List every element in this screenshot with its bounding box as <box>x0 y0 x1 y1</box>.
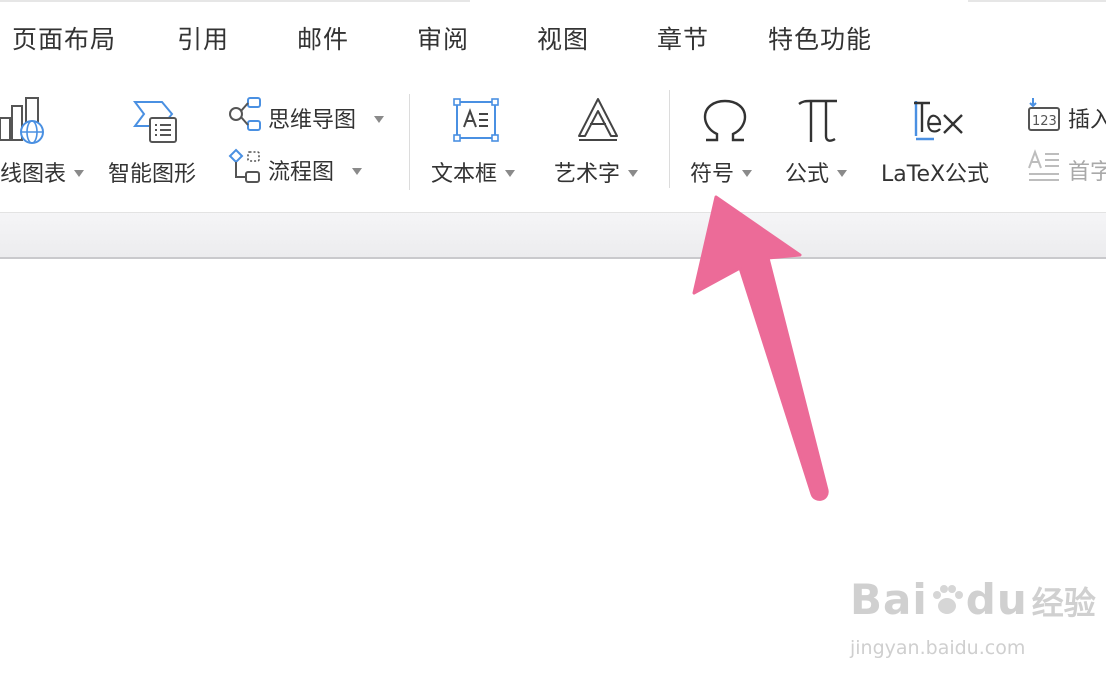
watermark-brand-1: Bai <box>850 575 928 624</box>
paw-icon <box>932 585 963 614</box>
baidu-watermark: Bai du 经验 jingyan.baidu.com <box>850 575 1096 659</box>
watermark-url: jingyan.baidu.com <box>850 637 1026 659</box>
watermark-brand-2: du <box>965 575 1028 624</box>
watermark-brand-cn: 经验 <box>1031 584 1096 622</box>
